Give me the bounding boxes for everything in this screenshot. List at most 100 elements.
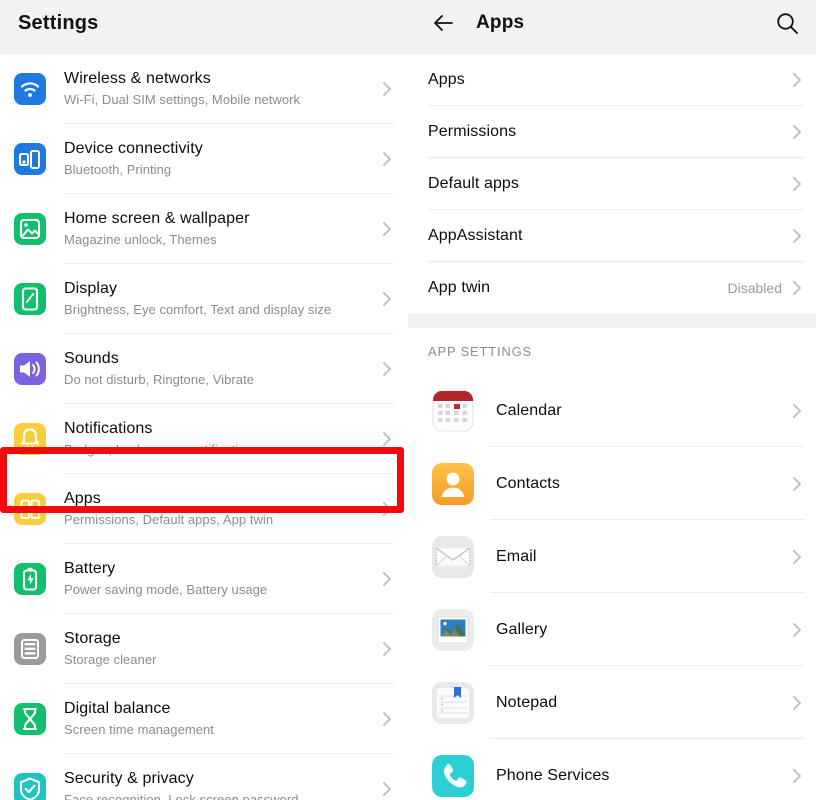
settings-row-title: Wireless & networks: [64, 70, 211, 87]
settings-screen: Settings Wireless & networks Wi-Fi, Dual …: [0, 0, 816, 800]
chevron-right-icon: [790, 766, 804, 786]
settings-row-texts: Wireless & networks Wi-Fi, Dual SIM setti…: [64, 69, 372, 109]
battery-icon: [14, 563, 46, 595]
chevron-right-icon: [380, 359, 394, 379]
apps-option-permissions[interactable]: Permissions: [408, 106, 816, 158]
right-page-title: Apps: [476, 12, 525, 33]
chevron-right-icon: [790, 547, 804, 567]
chevron-right-icon: [380, 499, 394, 519]
chevron-right-icon: [790, 474, 804, 494]
wallpaper-icon: [14, 213, 46, 245]
settings-row-texts: Battery Power saving mode, Battery usage: [64, 559, 372, 599]
settings-row-subtitle: Brightness, Eye comfort, Text and displa…: [64, 302, 332, 317]
settings-row-subtitle: Face recognition, Lock screen password: [64, 792, 299, 800]
settings-row-texts: Sounds Do not disturb, Ringtone, Vibrate: [64, 349, 372, 389]
settings-row-apps[interactable]: Apps Permissions, Default apps, App twin: [0, 474, 408, 544]
app-row-contacts[interactable]: Contacts: [408, 447, 816, 520]
settings-row-subtitle: Storage cleaner: [64, 652, 157, 667]
settings-row-home-screen-wallpaper[interactable]: Home screen & wallpaper Magazine unlock, …: [0, 194, 408, 264]
settings-row-title: Security & privacy: [64, 770, 194, 787]
back-arrow-icon[interactable]: [430, 10, 456, 36]
settings-row-digital-balance[interactable]: Digital balance Screen time management: [0, 684, 408, 754]
contacts-app-icon: [432, 462, 474, 505]
settings-row-subtitle: Magazine unlock, Themes: [64, 232, 217, 247]
settings-row-security-privacy[interactable]: Security & privacy Face recognition, Lock…: [0, 754, 408, 800]
page-title: Settings: [18, 11, 99, 34]
settings-row-notifications[interactable]: Notifications Badges, Lock screen notific…: [0, 404, 408, 474]
app-row-notepad[interactable]: Notepad: [408, 666, 816, 739]
apps-option-app-twin[interactable]: App twin Disabled: [408, 262, 816, 314]
chevron-right-icon: [380, 639, 394, 659]
chevron-right-icon: [790, 174, 804, 194]
apps-option-default-apps[interactable]: Default apps: [408, 158, 816, 210]
apps-option-value: Disabled: [727, 280, 782, 296]
settings-row-subtitle: Screen time management: [64, 722, 214, 737]
chevron-right-icon: [380, 779, 394, 799]
settings-row-title: Battery: [64, 560, 116, 577]
settings-row-texts: Security & privacy Face recognition, Lock…: [64, 769, 372, 800]
settings-row-display[interactable]: Display Brightness, Eye comfort, Text and…: [0, 264, 408, 334]
header-spacer: [0, 46, 408, 54]
apps-option-appassistant[interactable]: AppAssistant: [408, 210, 816, 262]
chevron-right-icon: [380, 79, 394, 99]
settings-row-texts: Home screen & wallpaper Magazine unlock, …: [64, 209, 372, 249]
email-app-icon: [432, 535, 474, 578]
settings-row-subtitle: Power saving mode, Battery usage: [64, 582, 268, 597]
apps-option-label: Apps: [428, 71, 465, 88]
device-connectivity-icon: [14, 143, 46, 175]
calendar-app-icon: [432, 390, 474, 432]
search-icon[interactable]: [774, 10, 800, 36]
settings-row-title: Display: [64, 280, 118, 297]
settings-row-title: Home screen & wallpaper: [64, 210, 250, 227]
apps-option-label: AppAssistant: [428, 227, 523, 244]
gallery-app-icon: [432, 608, 474, 651]
display-icon: [14, 283, 46, 315]
app-row-label: Notepad: [496, 693, 558, 711]
settings-row-wireless-networks[interactable]: Wireless & networks Wi-Fi, Dual SIM setti…: [0, 54, 408, 124]
app-row-label: Gallery: [496, 620, 548, 638]
app-row-calendar[interactable]: Calendar: [408, 374, 816, 447]
chevron-right-icon: [380, 709, 394, 729]
settings-row-texts: Digital balance Screen time management: [64, 699, 372, 739]
settings-row-subtitle: Badges, Lock screen notifications: [64, 442, 260, 457]
chevron-right-icon: [790, 620, 804, 640]
wifi-icon: [14, 73, 46, 105]
right-header-spacer: [408, 46, 816, 54]
notepad-app-icon: [432, 681, 474, 724]
settings-row-battery[interactable]: Battery Power saving mode, Battery usage: [0, 544, 408, 614]
apps-grid-icon: [14, 493, 46, 525]
apps-options-list: Apps Permissions Default apps AppAssistant A…: [408, 54, 816, 314]
chevron-right-icon: [380, 569, 394, 589]
app-row-gallery[interactable]: Gallery: [408, 593, 816, 666]
apps-option-apps[interactable]: Apps: [408, 54, 816, 106]
chevron-right-icon: [790, 70, 804, 90]
chevron-right-icon: [380, 219, 394, 239]
phone-services-app-icon: [432, 754, 474, 797]
settings-row-subtitle: Permissions, Default apps, App twin: [64, 512, 274, 527]
chevron-right-icon: [790, 122, 804, 142]
apps-option-label: Permissions: [428, 123, 517, 140]
settings-row-device-connectivity[interactable]: Device connectivity Bluetooth, Printing: [0, 124, 408, 194]
settings-row-sounds[interactable]: Sounds Do not disturb, Ringtone, Vibrate: [0, 334, 408, 404]
chevron-right-icon: [790, 278, 804, 298]
app-row-phone-services[interactable]: Phone Services: [408, 739, 816, 800]
settings-row-texts: Device connectivity Bluetooth, Printing: [64, 139, 372, 179]
storage-icon: [14, 633, 46, 665]
settings-row-texts: Storage Storage cleaner: [64, 629, 372, 669]
section-header-app-settings: APP SETTINGS: [408, 328, 816, 374]
chevron-right-icon: [790, 226, 804, 246]
settings-row-storage[interactable]: Storage Storage cleaner: [0, 614, 408, 684]
app-row-label: Calendar: [496, 401, 562, 419]
settings-row-title: Device connectivity: [64, 140, 203, 157]
settings-row-texts: Display Brightness, Eye comfort, Text and…: [64, 279, 372, 319]
app-row-label: Phone Services: [496, 766, 610, 784]
app-row-label: Contacts: [496, 474, 560, 492]
settings-row-title: Sounds: [64, 350, 119, 367]
section-divider: [408, 314, 816, 328]
settings-row-texts: Notifications Badges, Lock screen notific…: [64, 419, 372, 459]
app-row-email[interactable]: Email: [408, 520, 816, 593]
chevron-right-icon: [790, 401, 804, 421]
speaker-icon: [14, 353, 46, 385]
chevron-right-icon: [790, 693, 804, 713]
app-settings-list: Calendar Contacts Email Gallery Notepad Phone…: [408, 374, 816, 800]
